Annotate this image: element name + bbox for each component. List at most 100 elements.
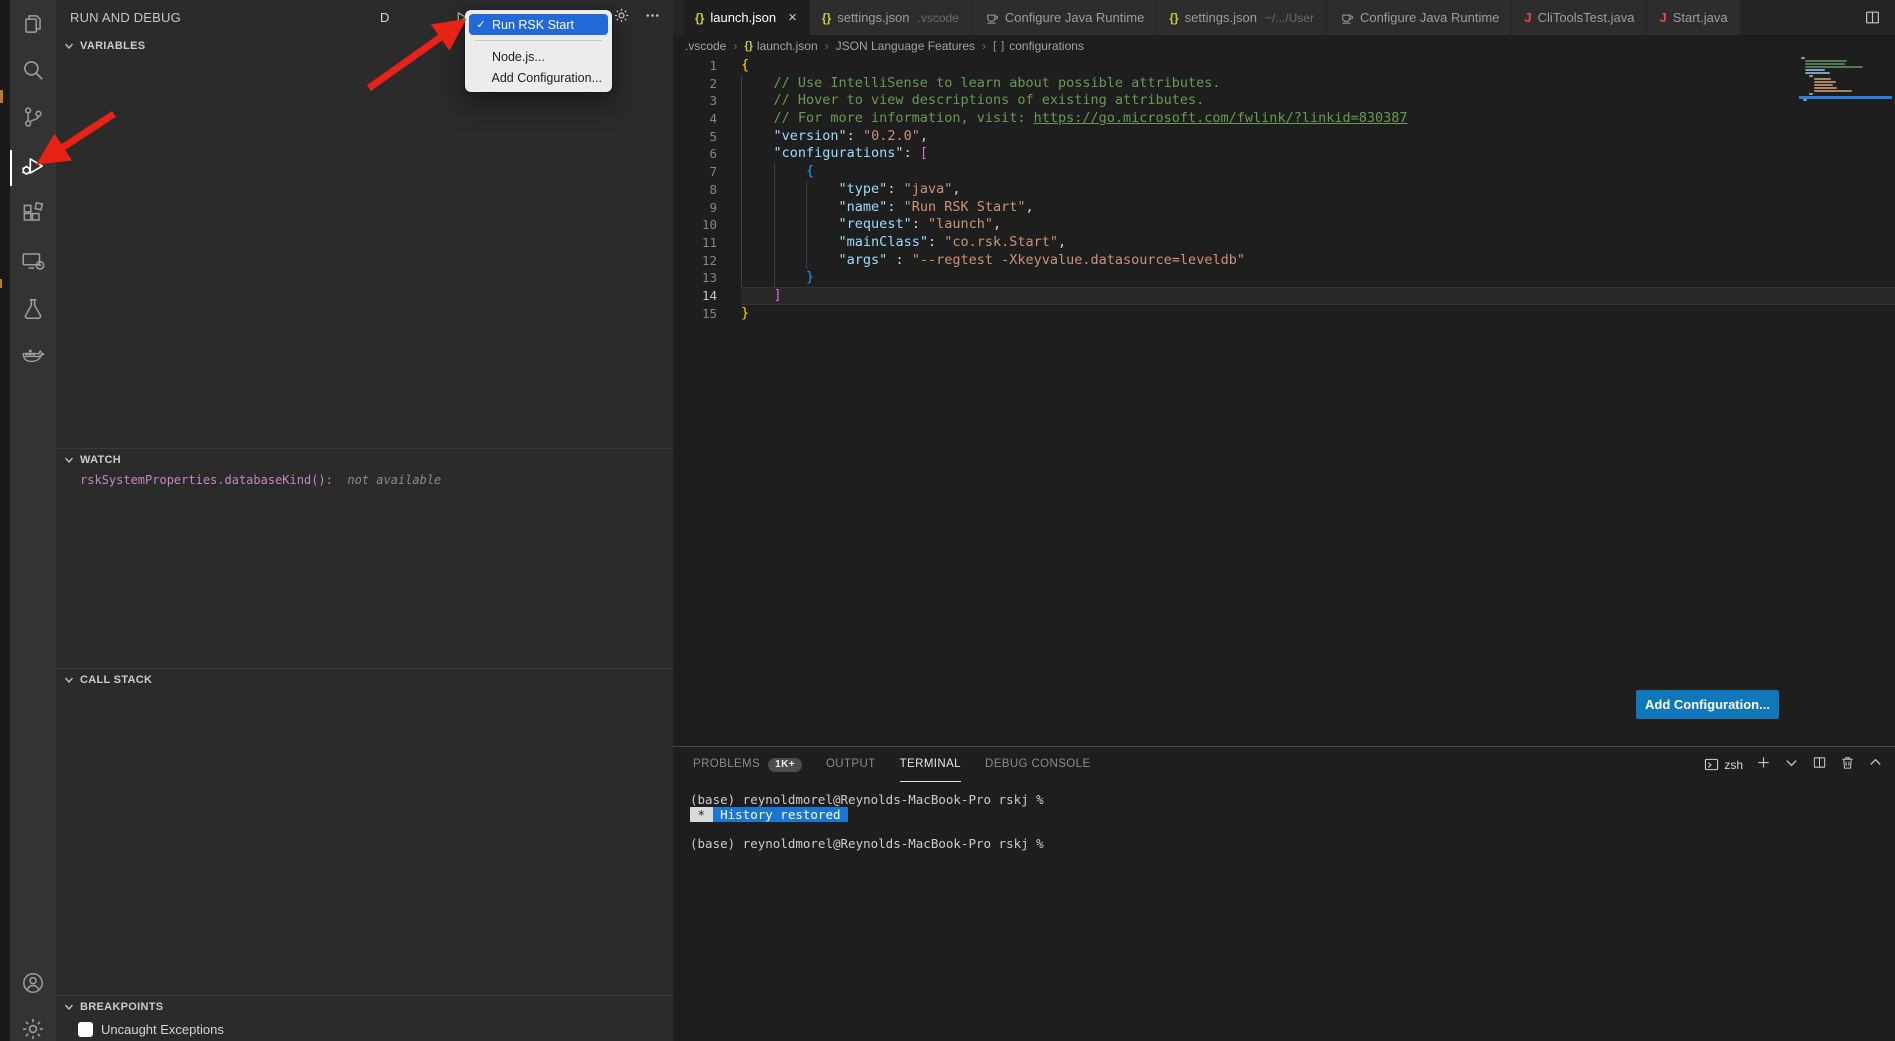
watch-section-label: WATCH [80, 454, 121, 466]
activity-bar-item-remote-explorer[interactable] [10, 240, 56, 286]
panel-tab-output[interactable]: OUTPUT [826, 747, 876, 782]
code-line-12[interactable]: 12 "args" : "--regtest -Xkeyvalue.dataso… [673, 252, 1895, 270]
tab-clitoolstest-java[interactable]: JCliToolsTest.java [1512, 0, 1647, 35]
code-line-8[interactable]: 8 "type": "java", [673, 181, 1895, 199]
code-line-14[interactable]: 14 ] [673, 287, 1895, 305]
watch-value-text: not available [347, 473, 441, 487]
breadcrumb-label: .vscode [685, 39, 726, 53]
activity-bar-item-docker[interactable] [10, 335, 56, 381]
menu-item-add-configuration-[interactable]: Add Configuration... [469, 67, 608, 88]
code-line-9[interactable]: 9 "name": "Run RSK Start", [673, 199, 1895, 217]
indent-guide [741, 92, 742, 110]
tab-configure-java-runtime[interactable]: Configure Java Runtime [972, 0, 1157, 35]
new-terminal-icon[interactable] [1756, 755, 1771, 775]
code-line-15[interactable]: 15} [673, 305, 1895, 323]
activity-bar-item-testing[interactable] [10, 288, 56, 334]
code-token [741, 287, 774, 303]
code-line-7[interactable]: 7 { [673, 163, 1895, 181]
code-line-13[interactable]: 13 } [673, 269, 1895, 287]
code-line-5[interactable]: 5 "version": "0.2.0", [673, 128, 1895, 146]
code-token [741, 128, 774, 144]
watch-section: WATCH rskSystemProperties.databaseKind()… [56, 448, 673, 487]
terminal-shell-selector[interactable]: zsh [1704, 757, 1743, 772]
menu-separator [475, 40, 602, 41]
line-content: // Hover to view descriptions of existin… [741, 92, 1895, 110]
menu-item-node-js-[interactable]: Node.js... [469, 46, 608, 67]
chevron-down-icon [64, 675, 74, 685]
launch-profile-chevron-icon[interactable] [1784, 755, 1799, 775]
bottom-panel: PROBLEMS1K+ OUTPUT TERMINAL DEBUG CONSOLE z… [673, 746, 1895, 1041]
debug-settings-gear-icon[interactable] [613, 7, 630, 29]
minimap[interactable] [1799, 57, 1892, 102]
tab-start-java[interactable]: JStart.java [1647, 0, 1740, 35]
breadcrumb-label: JSON Language Features [836, 39, 975, 53]
more-actions-icon[interactable] [644, 7, 661, 29]
activity-bar-item-source-control[interactable] [10, 96, 56, 142]
panel-tab-debug-console[interactable]: DEBUG CONSOLE [985, 747, 1091, 782]
line-content: "type": "java", [741, 181, 1895, 199]
code-editor[interactable]: 1{2 // Use IntelliSense to learn about p… [673, 57, 1895, 322]
activity-bar-item-run-and-debug[interactable] [10, 145, 56, 191]
java-file-icon: J [1524, 10, 1531, 25]
panel-tab-terminal[interactable]: TERMINAL [900, 747, 961, 782]
breakpoints-section-header[interactable]: BREAKPOINTS [56, 996, 673, 1018]
minimap-line [1799, 57, 1892, 59]
code-line-1[interactable]: 1{ [673, 57, 1895, 75]
activity-bar-item-explorer[interactable] [10, 3, 56, 49]
activity-bar-item-search[interactable] [10, 49, 56, 95]
terminal-icon [1704, 757, 1719, 772]
breadcrumb-item-json-language-features[interactable]: JSON Language Features [836, 39, 975, 53]
activity-bar-item-extensions[interactable] [10, 192, 56, 238]
close-icon[interactable]: × [788, 10, 797, 25]
checkmark-icon: ✓ [475, 18, 487, 31]
activity-bar-item-manage[interactable] [10, 1008, 56, 1041]
indent-guide [774, 181, 775, 199]
code-line-11[interactable]: 11 "mainClass": "co.rsk.Start", [673, 234, 1895, 252]
split-terminal-icon[interactable] [1812, 755, 1827, 775]
kill-terminal-trash-icon[interactable] [1840, 755, 1855, 775]
menu-item-run-rsk-start[interactable]: ✓Run RSK Start [469, 14, 608, 35]
source-control-icon [20, 104, 46, 135]
terminal-content[interactable]: (base) reynoldmorel@Reynolds-MacBook-Pro… [690, 793, 1895, 851]
watch-section-header[interactable]: WATCH [56, 449, 673, 471]
breadcrumb-item-configurations[interactable]: [ ]configurations [993, 39, 1084, 53]
tab-label: settings.json [837, 10, 909, 25]
breadcrumb: .vscode›{}launch.json›JSON Language Feat… [673, 35, 1895, 57]
code-line-10[interactable]: 10 "request": "launch", [673, 216, 1895, 234]
minimap-line [1799, 99, 1892, 101]
code-line-6[interactable]: 6 "configurations": [ [673, 145, 1895, 163]
indent-guide [774, 199, 775, 217]
call-stack-section-header[interactable]: CALL STACK [56, 669, 673, 691]
maximize-panel-chevron-icon[interactable] [1868, 755, 1883, 775]
line-number: 7 [673, 163, 717, 181]
code-token: "request" [839, 216, 912, 232]
add-configuration-button[interactable]: Add Configuration... [1636, 690, 1779, 719]
indent-guide [806, 234, 807, 252]
watch-expression-row[interactable]: rskSystemProperties.databaseKind(): not … [56, 471, 673, 487]
code-token: { [806, 163, 814, 179]
uncaught-exceptions-checkbox[interactable] [78, 1022, 93, 1037]
panel-tab-problems[interactable]: PROBLEMS1K+ [693, 747, 802, 782]
indent-guide [806, 181, 807, 199]
json-icon: {} [744, 40, 753, 52]
code-token: "Run RSK Start" [904, 199, 1026, 215]
split-editor-icon[interactable] [1849, 0, 1895, 35]
indent-guide [741, 181, 742, 199]
tab-settings-json[interactable]: {}settings.json.vscode [810, 0, 972, 35]
config-dropdown-fragment[interactable]: D [380, 0, 389, 35]
code-line-4[interactable]: 4 // For more information, visit: https:… [673, 110, 1895, 128]
java-runtime-cup-icon [984, 10, 999, 25]
activity-bar-item-accounts[interactable] [10, 962, 56, 1008]
breadcrumb-item--vscode[interactable]: .vscode [685, 39, 726, 53]
code-link[interactable]: https://go.microsoft.com/fwlink/?linkid=… [1034, 110, 1408, 126]
code-line-3[interactable]: 3 // Hover to view descriptions of exist… [673, 92, 1895, 110]
code-line-2[interactable]: 2 // Use IntelliSense to learn about pos… [673, 75, 1895, 93]
run-and-debug-sidebar: RUN AND DEBUG D VARIABLES [56, 0, 673, 1041]
tab-configure-java-runtime[interactable]: Configure Java Runtime [1327, 0, 1512, 35]
tab-label: launch.json [710, 10, 776, 25]
tab-launch-json[interactable]: {}launch.json× [683, 0, 810, 35]
tab-settings-json[interactable]: {}settings.json~/.../User [1157, 0, 1327, 35]
history-restored-label: History restored [713, 807, 848, 822]
edge-artifact [0, 90, 3, 103]
breadcrumb-item-launch-json[interactable]: {}launch.json [744, 39, 817, 53]
